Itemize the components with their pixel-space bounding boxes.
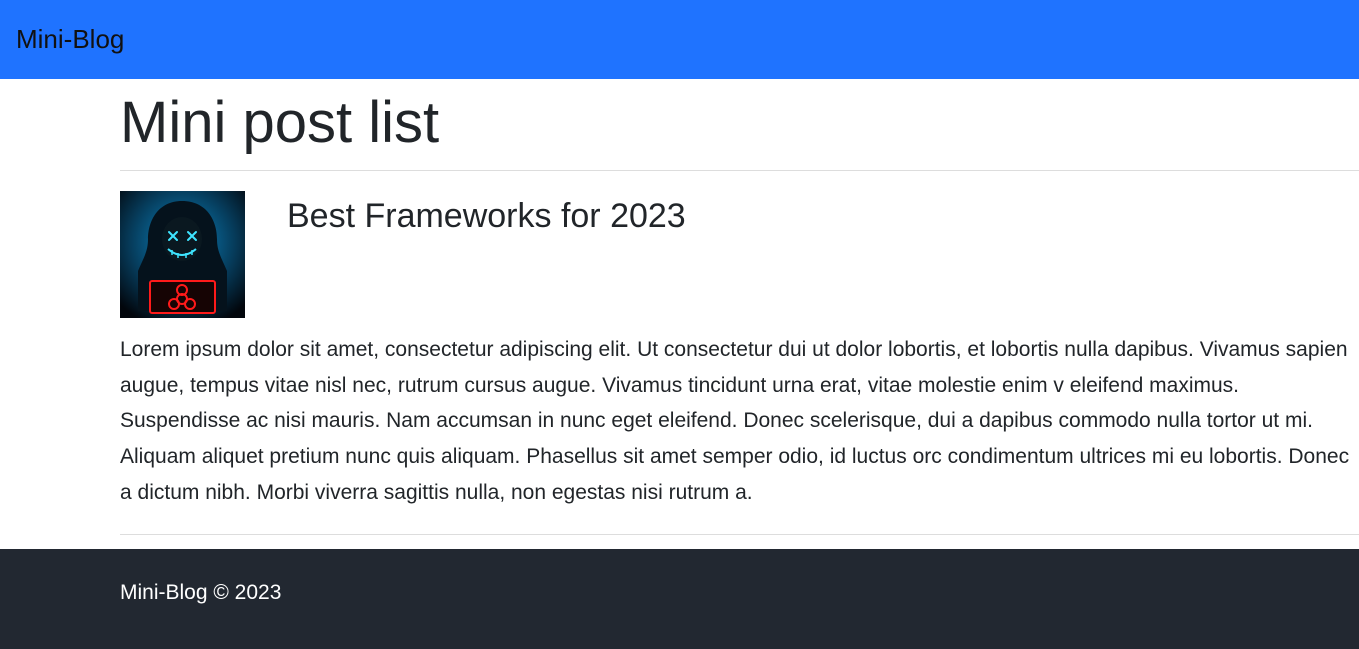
post-thumbnail-image[interactable] [120, 191, 245, 318]
footer: Mini-Blog © 2023 [0, 549, 1359, 649]
post-title[interactable]: Best Frameworks for 2023 [287, 197, 1359, 236]
page-title: Mini post list [120, 89, 1359, 156]
divider-top [120, 170, 1359, 171]
footer-text: Mini-Blog © 2023 [120, 581, 1359, 605]
post-thumb-col [120, 191, 257, 318]
divider-bottom [120, 534, 1359, 535]
navbar: Mini-Blog [0, 0, 1359, 79]
post-body: Lorem ipsum dolor sit amet, consectetur … [120, 332, 1359, 510]
main-container: Mini post list [120, 89, 1359, 535]
brand-link[interactable]: Mini-Blog [16, 24, 124, 54]
post-title-col: Best Frameworks for 2023 [257, 191, 1359, 318]
post-card: Best Frameworks for 2023 [120, 191, 1359, 318]
